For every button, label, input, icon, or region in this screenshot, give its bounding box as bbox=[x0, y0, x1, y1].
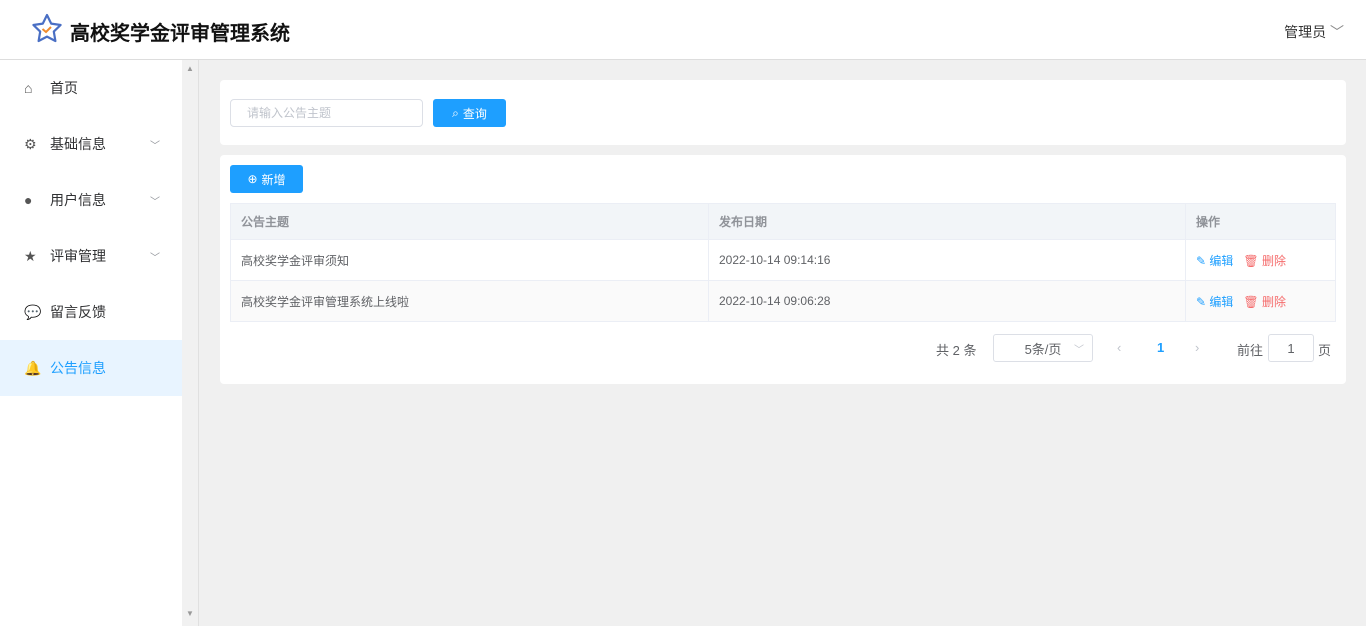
chevron-down-icon: ﹀ bbox=[1330, 24, 1344, 40]
chevron-down-icon: ﹀ bbox=[1074, 344, 1084, 356]
plus-circle-icon: ⊕ bbox=[247, 172, 258, 186]
sidebar-item-label: 基础信息 bbox=[50, 136, 106, 152]
header: 高校奖学金评审管理系统 管理员 ﹀ bbox=[0, 0, 1366, 60]
delete-button[interactable]: 🗑 删除 bbox=[1243, 254, 1286, 268]
sidebar-item-home[interactable]: ⌂ 首页 bbox=[0, 60, 182, 116]
search-icon: ⌕ bbox=[452, 105, 459, 120]
user-menu[interactable]: 管理员 ﹀ bbox=[1284, 22, 1344, 42]
chevron-down-icon: ﹀ bbox=[150, 140, 160, 152]
add-button[interactable]: ⊕ 新增 bbox=[230, 165, 303, 193]
prev-page-button[interactable]: ‹ bbox=[1117, 340, 1121, 355]
edit-label: 编辑 bbox=[1209, 253, 1234, 268]
chevron-down-icon: ﹀ bbox=[150, 252, 160, 264]
search-button[interactable]: ⌕ 查询 bbox=[433, 99, 506, 127]
sidebar-item-label: 用户信息 bbox=[50, 192, 106, 208]
page-size-select[interactable]: 5条/页 ﹀ bbox=[993, 334, 1093, 362]
delete-label: 删除 bbox=[1261, 294, 1286, 309]
star-logo-icon bbox=[32, 13, 62, 43]
delete-label: 删除 bbox=[1261, 253, 1286, 268]
page-number-current[interactable]: 1 bbox=[1157, 340, 1164, 355]
cell-title: 高校奖学金评审须知 bbox=[230, 239, 709, 281]
total-count: 共 2 条 bbox=[936, 343, 977, 358]
search-input[interactable] bbox=[230, 99, 423, 127]
sidebar-item-label: 留言反馈 bbox=[50, 304, 106, 320]
sidebar-item-label: 评审管理 bbox=[50, 248, 106, 264]
goto-page-input[interactable]: 1 bbox=[1268, 334, 1314, 362]
announcement-table: 公告主题 发布日期 操作 高校奖学金评审须知 2022-10-14 09:14:16 ✎… bbox=[230, 203, 1336, 322]
sidebar-item-basic-info[interactable]: ⚙ 基础信息 ﹀ bbox=[0, 116, 182, 172]
sidebar-item-feedback[interactable]: 💬 留言反馈 bbox=[0, 284, 182, 340]
star-icon: ★ bbox=[24, 247, 37, 264]
gear-icon: ⚙ bbox=[24, 135, 37, 152]
sidebar-scrollbar[interactable]: ▲ ▼ bbox=[182, 60, 199, 626]
edit-label: 编辑 bbox=[1209, 294, 1234, 309]
add-button-label: 新增 bbox=[261, 172, 286, 187]
cell-title: 高校奖学金评审管理系统上线啦 bbox=[230, 280, 709, 322]
delete-button[interactable]: 🗑 删除 bbox=[1243, 295, 1286, 309]
app-title: 高校奖学金评审管理系统 bbox=[70, 23, 290, 45]
page-size-value: 5条/页 bbox=[1024, 341, 1062, 357]
edit-button[interactable]: ✎ 编辑 bbox=[1196, 254, 1233, 268]
column-header: 操作 bbox=[1185, 203, 1336, 240]
comments-icon: 💬 bbox=[24, 303, 42, 320]
user-name: 管理员 bbox=[1284, 24, 1327, 40]
chevron-down-icon: ﹀ bbox=[150, 196, 160, 208]
sidebar: ⌂ 首页 ⚙ 基础信息 ﹀ ● 用户信息 ﹀ ★ 评审管理 ﹀ 💬 留言反馈 🔔 公告信息 bbox=[0, 60, 182, 626]
page-suffix: 页 bbox=[1318, 343, 1332, 358]
goto-label: 前往 bbox=[1237, 343, 1264, 358]
table-row: 高校奖学金评审须知 2022-10-14 09:14:16 ✎ 编辑 🗑 删除 bbox=[230, 239, 1336, 281]
column-header: 公告主题 bbox=[230, 203, 709, 240]
cell-date: 2022-10-14 09:14:16 bbox=[708, 239, 1186, 281]
search-button-label: 查询 bbox=[462, 106, 487, 121]
table-card: ⊕ 新增 公告主题 发布日期 操作 高校奖学金评审须知 2022-10-14 09:14… bbox=[220, 155, 1346, 384]
user-icon: ● bbox=[24, 192, 33, 208]
next-page-button[interactable]: › bbox=[1195, 340, 1199, 355]
home-icon: ⌂ bbox=[24, 80, 33, 96]
search-card: ⌕查询 bbox=[220, 80, 1346, 145]
sidebar-item-user-info[interactable]: ● 用户信息 ﹀ bbox=[0, 172, 182, 228]
edit-button[interactable]: ✎ 编辑 bbox=[1196, 295, 1233, 309]
cell-date: 2022-10-14 09:06:28 bbox=[708, 280, 1186, 322]
column-header: 发布日期 bbox=[708, 203, 1186, 240]
table-row: 高校奖学金评审管理系统上线啦 2022-10-14 09:06:28 ✎ 编辑 🗑 删… bbox=[230, 280, 1336, 322]
sidebar-item-label: 公告信息 bbox=[50, 360, 106, 376]
sidebar-item-announcements[interactable]: 🔔 公告信息 bbox=[0, 340, 182, 396]
bell-icon: 🔔 bbox=[24, 359, 42, 376]
sidebar-item-label: 首页 bbox=[50, 80, 78, 96]
sidebar-item-review[interactable]: ★ 评审管理 ﹀ bbox=[0, 228, 182, 284]
